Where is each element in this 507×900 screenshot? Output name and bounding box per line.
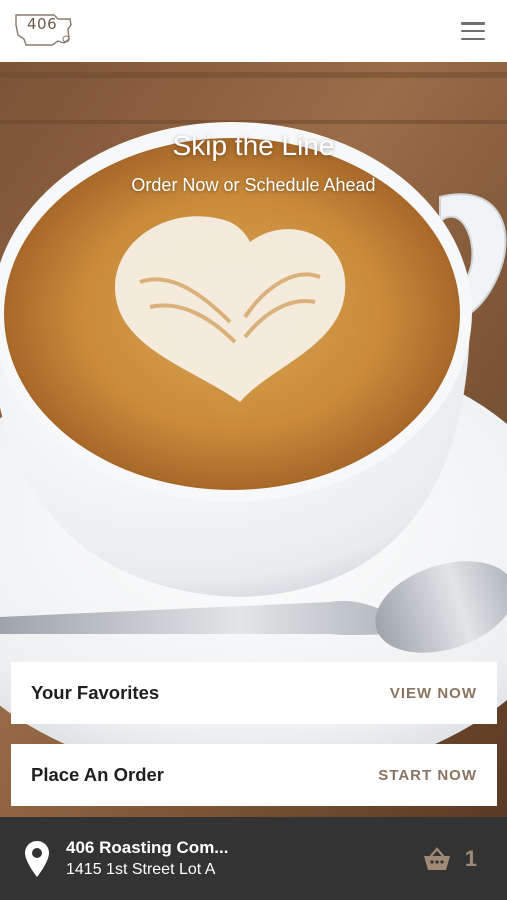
app-root: 406 Skip the Line Order Now or Schedule …	[0, 0, 507, 900]
place-order-card[interactable]: Place An Order START NOW	[11, 744, 497, 806]
hamburger-menu-icon[interactable]	[461, 22, 485, 40]
hero-subtitle: Order Now or Schedule Ahead	[131, 175, 376, 195]
top-bar: 406	[0, 0, 507, 62]
place-order-label: Place An Order	[31, 764, 164, 785]
start-now-button[interactable]: START NOW	[378, 767, 477, 784]
hero-title: Skip the Line	[172, 130, 335, 161]
bottom-bar: 406 Roasting Com... 1415 1st Street Lot …	[0, 817, 507, 900]
favorites-card[interactable]: Your Favorites VIEW NOW	[11, 662, 497, 724]
logo-text: 406	[27, 15, 58, 33]
store-name: 406 Roasting Com...	[66, 838, 229, 857]
store-address: 1415 1st Street Lot A	[66, 861, 216, 878]
brand-logo[interactable]: 406	[14, 11, 74, 51]
cart-count-badge: 1	[464, 845, 477, 871]
basket-icon	[423, 846, 450, 870]
store-selector[interactable]: 406 Roasting Com... 1415 1st Street Lot …	[66, 838, 423, 879]
cart-button[interactable]: 1	[423, 846, 477, 872]
view-now-button[interactable]: VIEW NOW	[390, 685, 477, 702]
favorites-label: Your Favorites	[31, 682, 160, 703]
map-pin-icon	[25, 840, 49, 877]
